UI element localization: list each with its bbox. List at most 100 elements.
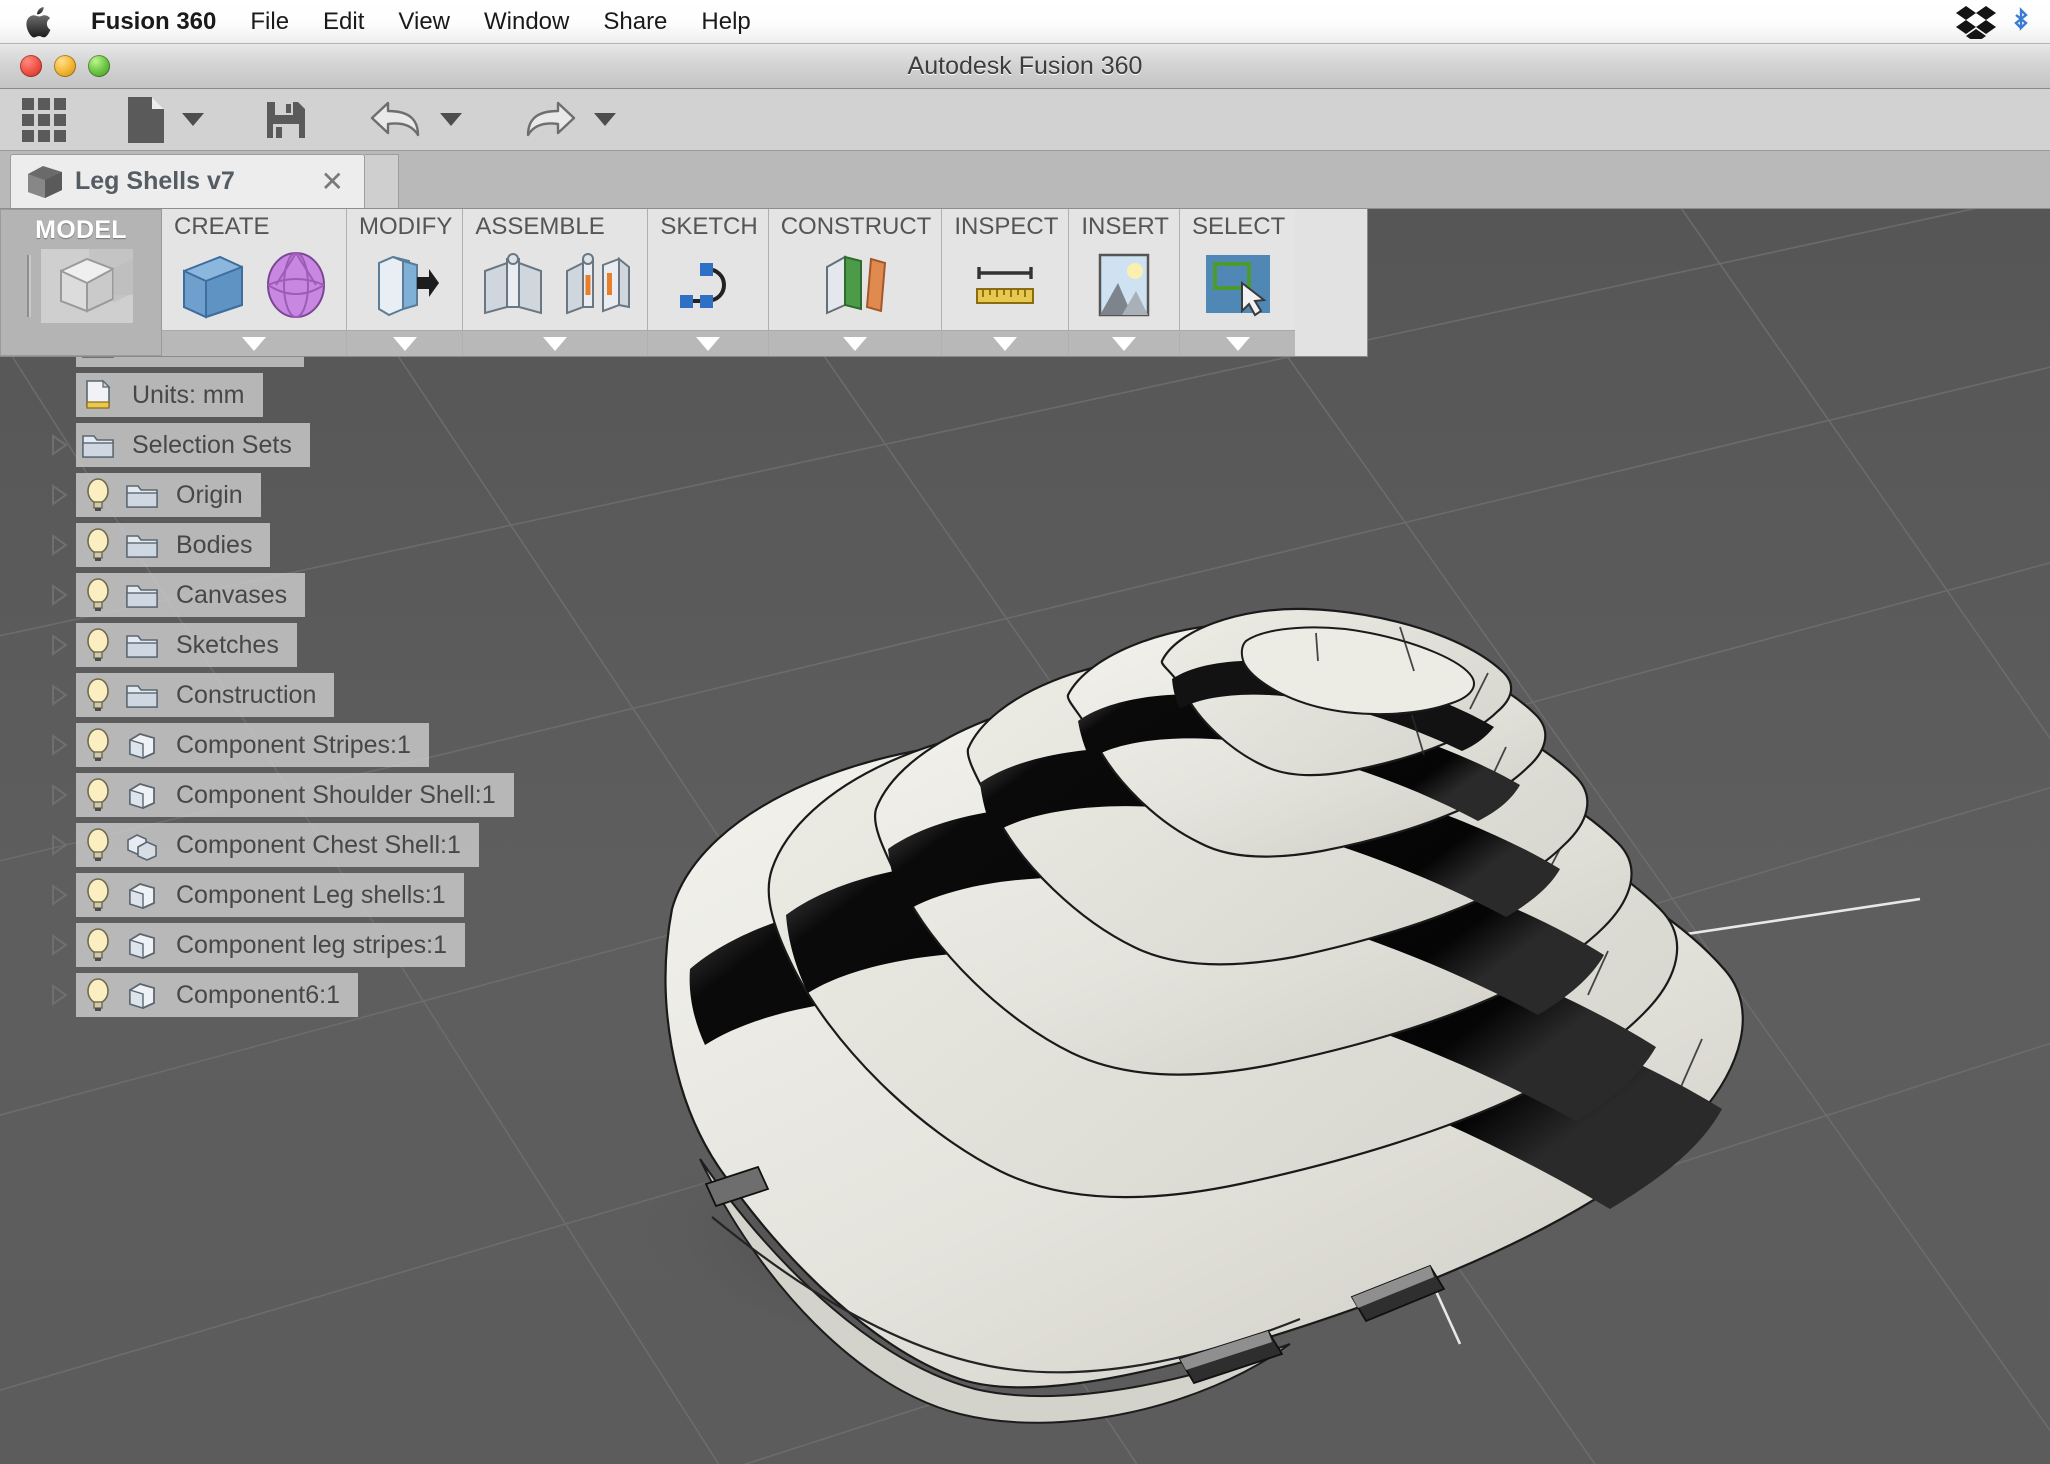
ribbon-group-expand[interactable] — [347, 330, 463, 356]
tree-item-label: Component6:1 — [176, 980, 341, 1009]
light-bulb-icon[interactable] — [76, 628, 120, 662]
dropbox-icon[interactable] — [1956, 5, 1996, 43]
close-button[interactable] — [20, 55, 42, 77]
document-tab[interactable]: Leg Shells v7 ✕ — [10, 154, 365, 208]
assembly-icon — [120, 829, 164, 861]
twisty-collapsed-icon[interactable] — [42, 732, 76, 758]
tree-row[interactable]: Selection Sets — [8, 422, 612, 468]
twisty-collapsed-icon[interactable] — [42, 832, 76, 858]
tree-row[interactable]: Sketches — [8, 622, 612, 668]
tree-row[interactable]: Construction — [8, 672, 612, 718]
menu-edit[interactable]: Edit — [306, 0, 381, 44]
twisty-collapsed-icon[interactable] — [42, 782, 76, 808]
tree-item-component-chest-shell[interactable]: Component Chest Shell:1 — [76, 823, 479, 867]
redo-button[interactable] — [522, 94, 578, 146]
window-title-bar: Autodesk Fusion 360 — [0, 44, 2050, 89]
menu-fusion-360[interactable]: Fusion 360 — [74, 0, 233, 44]
select-window-icon[interactable] — [1202, 249, 1274, 321]
undo-dropdown-caret[interactable] — [440, 113, 462, 126]
tree-item-selection-sets[interactable]: Selection Sets — [76, 423, 310, 467]
tree-row[interactable]: Component Leg shells:1 — [8, 872, 612, 918]
joint-icon[interactable] — [561, 249, 633, 321]
tree-item-label: Sketches — [176, 630, 279, 659]
tree-item-component-leg-shells[interactable]: Component Leg shells:1 — [76, 873, 464, 917]
save-button[interactable] — [264, 94, 308, 146]
tree-item-component6[interactable]: Component6:1 — [76, 973, 359, 1017]
redo-dropdown-caret[interactable] — [594, 113, 616, 126]
tree-row[interactable]: Origin — [8, 472, 612, 518]
tree-item-component-stripes[interactable]: Component Stripes:1 — [76, 723, 429, 767]
menu-view[interactable]: View — [381, 0, 467, 44]
tree-row[interactable]: Bodies — [8, 522, 612, 568]
ribbon-group-expand[interactable] — [768, 330, 942, 356]
apple-logo-icon[interactable] — [26, 6, 52, 37]
measure-ruler-icon[interactable] — [969, 249, 1041, 321]
tree-row[interactable]: Component leg stripes:1 — [8, 922, 612, 968]
light-bulb-icon[interactable] — [76, 778, 120, 812]
menu-help[interactable]: Help — [684, 0, 767, 44]
tree-row[interactable]: Units: mm — [8, 372, 612, 418]
twisty-collapsed-icon[interactable] — [42, 682, 76, 708]
box-primitive-icon[interactable] — [176, 249, 248, 321]
sphere-primitive-icon[interactable] — [260, 249, 332, 321]
twisty-collapsed-icon[interactable] — [42, 982, 76, 1008]
ribbon-group-expand[interactable] — [942, 330, 1069, 356]
tree-item-bodies[interactable]: Bodies — [76, 523, 271, 567]
light-bulb-icon[interactable] — [76, 878, 120, 912]
tree-item-origin[interactable]: Origin — [76, 473, 261, 517]
ribbon-group-expand[interactable] — [162, 330, 346, 356]
folder-icon — [120, 480, 164, 510]
twisty-collapsed-icon[interactable] — [42, 882, 76, 908]
tree-row[interactable]: Component Shoulder Shell:1 — [8, 772, 612, 818]
ribbon-group-expand[interactable] — [1179, 330, 1296, 356]
light-bulb-icon[interactable] — [76, 678, 120, 712]
ribbon-group-expand[interactable] — [463, 330, 648, 356]
light-bulb-icon[interactable] — [76, 728, 120, 762]
new-file-button[interactable] — [126, 94, 166, 146]
zoom-button[interactable] — [88, 55, 110, 77]
light-bulb-icon[interactable] — [76, 478, 120, 512]
twisty-collapsed-icon[interactable] — [42, 932, 76, 958]
twisty-collapsed-icon[interactable] — [42, 432, 76, 458]
light-bulb-icon[interactable] — [76, 928, 120, 962]
twisty-collapsed-icon[interactable] — [42, 482, 76, 508]
menu-window[interactable]: Window — [467, 0, 586, 44]
ribbon-group-expand[interactable] — [648, 330, 768, 356]
new-component-icon[interactable] — [477, 249, 549, 321]
minimize-button[interactable] — [54, 55, 76, 77]
tree-item-units[interactable]: Units: mm — [76, 373, 263, 417]
new-file-dropdown-caret[interactable] — [182, 113, 204, 126]
light-bulb-icon[interactable] — [76, 978, 120, 1012]
twisty-collapsed-icon[interactable] — [42, 532, 76, 558]
component-icon — [120, 979, 164, 1011]
workspace-switcher-model[interactable]: MODEL — [0, 209, 162, 356]
light-bulb-icon[interactable] — [76, 828, 120, 862]
bluetooth-icon[interactable] — [2010, 7, 2040, 37]
menu-file[interactable]: File — [233, 0, 306, 44]
light-bulb-icon[interactable] — [76, 528, 120, 562]
twisty-collapsed-icon[interactable] — [42, 632, 76, 658]
ribbon-group-expand[interactable] — [1069, 330, 1179, 356]
app-grid-button[interactable] — [22, 97, 66, 142]
tree-row[interactable]: Component6:1 — [8, 972, 612, 1018]
light-bulb-icon[interactable] — [76, 578, 120, 612]
spline-sketch-icon[interactable] — [672, 249, 744, 321]
tree-row[interactable]: Component Chest Shell:1 — [8, 822, 612, 868]
tree-row[interactable]: Component Stripes:1 — [8, 722, 612, 768]
undo-button[interactable] — [368, 94, 424, 146]
tree-item-construction[interactable]: Construction — [76, 673, 335, 717]
ribbon-group-label: ASSEMBLE — [475, 213, 605, 240]
tree-item-component-shoulder-shell[interactable]: Component Shoulder Shell:1 — [76, 773, 514, 817]
insert-image-icon[interactable] — [1088, 249, 1160, 321]
close-icon[interactable]: ✕ — [315, 167, 350, 196]
press-pull-icon[interactable] — [369, 249, 441, 321]
ribbon-group-label: INSPECT — [954, 213, 1059, 240]
tree-item-canvases[interactable]: Canvases — [76, 573, 306, 617]
ribbon-group-inspect: INSPECT — [942, 209, 1070, 356]
tree-item-component-leg-stripes[interactable]: Component leg stripes:1 — [76, 923, 465, 967]
tree-row[interactable]: Canvases — [8, 572, 612, 618]
offset-plane-icon[interactable] — [819, 249, 891, 321]
tree-item-sketches[interactable]: Sketches — [76, 623, 297, 667]
twisty-collapsed-icon[interactable] — [42, 582, 76, 608]
menu-share[interactable]: Share — [586, 0, 684, 44]
